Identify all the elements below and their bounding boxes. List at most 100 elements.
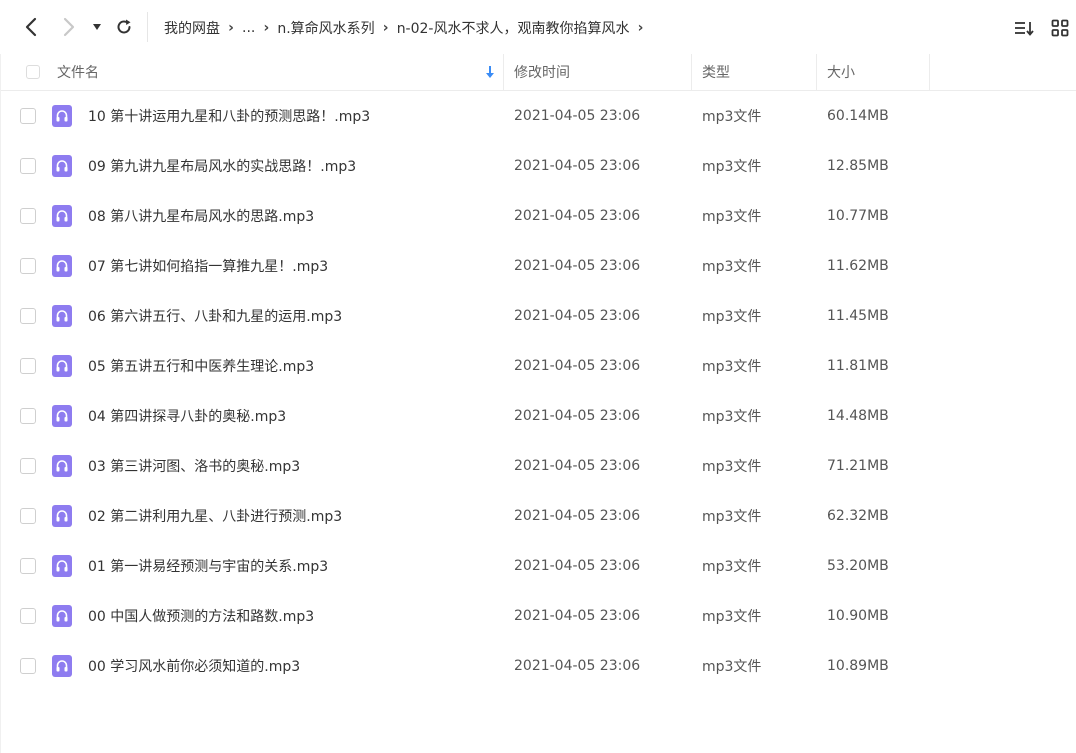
- row-checkbox[interactable]: [20, 558, 36, 574]
- file-type: mp3文件: [702, 109, 762, 125]
- column-header-modified[interactable]: 修改时间: [514, 54, 691, 90]
- file-name[interactable]: 00 学习风水前你必须知道的.mp3: [88, 641, 300, 691]
- audio-file-icon: [52, 105, 72, 127]
- file-size: 11.62MB: [827, 258, 889, 274]
- file-modified: 2021-04-05 23:06: [514, 508, 641, 524]
- file-type: mp3文件: [702, 509, 762, 525]
- file-name[interactable]: 00 中国人做预测的方法和路数.mp3: [88, 591, 314, 641]
- file-row[interactable]: 00 学习风水前你必须知道的.mp3 2021-04-05 23:06 mp3文…: [0, 641, 1076, 691]
- file-type: mp3文件: [702, 359, 762, 375]
- column-header-size[interactable]: 大小: [827, 54, 929, 90]
- file-name[interactable]: 01 第一讲易经预测与宇宙的关系.mp3: [88, 541, 328, 591]
- file-type: mp3文件: [702, 659, 762, 675]
- select-all-checkbox[interactable]: [26, 65, 40, 79]
- file-list-header: 文件名 修改时间 类型 大小: [0, 54, 1076, 91]
- file-row[interactable]: 09 第九讲九星布局风水的实战思路！.mp3 2021-04-05 23:06 …: [0, 141, 1076, 191]
- file-name[interactable]: 03 第三讲河图、洛书的奥秘.mp3: [88, 441, 300, 491]
- file-name[interactable]: 07 第七讲如何掐指一算推九星！.mp3: [88, 241, 328, 291]
- file-modified: 2021-04-05 23:06: [514, 458, 641, 474]
- file-modified: 2021-04-05 23:06: [514, 208, 641, 224]
- row-checkbox[interactable]: [20, 108, 36, 124]
- file-modified: 2021-04-05 23:06: [514, 258, 641, 274]
- file-name[interactable]: 08 第八讲九星布局风水的思路.mp3: [88, 191, 314, 241]
- column-divider[interactable]: [929, 54, 930, 90]
- file-name[interactable]: 04 第四讲探寻八卦的奥秘.mp3: [88, 391, 286, 441]
- row-checkbox[interactable]: [20, 508, 36, 524]
- sort-button[interactable]: [1013, 17, 1035, 39]
- file-size: 12.85MB: [827, 158, 889, 174]
- audio-file-icon: [52, 655, 72, 677]
- history-dropdown-button[interactable]: [86, 14, 108, 40]
- file-type: mp3文件: [702, 259, 762, 275]
- file-row[interactable]: 06 第六讲五行、八卦和九星的运用.mp3 2021-04-05 23:06 m…: [0, 291, 1076, 341]
- row-checkbox[interactable]: [20, 458, 36, 474]
- refresh-button[interactable]: [111, 14, 137, 40]
- file-size: 11.81MB: [827, 358, 889, 374]
- file-row[interactable]: 03 第三讲河图、洛书的奥秘.mp3 2021-04-05 23:06 mp3文…: [0, 441, 1076, 491]
- file-type: mp3文件: [702, 559, 762, 575]
- column-divider[interactable]: [503, 54, 504, 90]
- row-checkbox[interactable]: [20, 208, 36, 224]
- file-modified: 2021-04-05 23:06: [514, 158, 641, 174]
- audio-file-icon: [52, 205, 72, 227]
- audio-file-icon: [52, 505, 72, 527]
- file-modified: 2021-04-05 23:06: [514, 658, 641, 674]
- file-row[interactable]: 08 第八讲九星布局风水的思路.mp3 2021-04-05 23:06 mp3…: [0, 191, 1076, 241]
- audio-file-icon: [52, 155, 72, 177]
- column-divider[interactable]: [691, 54, 692, 90]
- back-button[interactable]: [18, 14, 44, 40]
- file-row[interactable]: 01 第一讲易经预测与宇宙的关系.mp3 2021-04-05 23:06 mp…: [0, 541, 1076, 591]
- row-checkbox[interactable]: [20, 408, 36, 424]
- audio-file-icon: [52, 405, 72, 427]
- file-name[interactable]: 10 第十讲运用九星和八卦的预测思路！.mp3: [88, 91, 370, 141]
- row-checkbox[interactable]: [20, 358, 36, 374]
- file-modified: 2021-04-05 23:06: [514, 608, 641, 624]
- file-name[interactable]: 09 第九讲九星布局风水的实战思路！.mp3: [88, 141, 356, 191]
- file-modified: 2021-04-05 23:06: [514, 558, 641, 574]
- column-header-name[interactable]: 文件名: [57, 54, 503, 90]
- file-row[interactable]: 00 中国人做预测的方法和路数.mp3 2021-04-05 23:06 mp3…: [0, 591, 1076, 641]
- file-size: 53.20MB: [827, 558, 889, 574]
- file-name[interactable]: 06 第六讲五行、八卦和九星的运用.mp3: [88, 291, 342, 341]
- file-list: 10 第十讲运用九星和八卦的预测思路！.mp3 2021-04-05 23:06…: [0, 91, 1076, 691]
- file-modified: 2021-04-05 23:06: [514, 108, 641, 124]
- row-checkbox[interactable]: [20, 158, 36, 174]
- file-size: 14.48MB: [827, 408, 889, 424]
- file-row[interactable]: 10 第十讲运用九星和八卦的预测思路！.mp3 2021-04-05 23:06…: [0, 91, 1076, 141]
- file-size: 60.14MB: [827, 108, 889, 124]
- breadcrumb-item-root[interactable]: 我的网盘: [164, 18, 220, 38]
- chevron-right-icon: [63, 17, 75, 37]
- breadcrumb-item-current[interactable]: n-02-风水不求人，观南教你掐算风水: [397, 18, 630, 38]
- breadcrumb-item-collapsed[interactable]: ...: [242, 20, 255, 36]
- breadcrumb: 我的网盘 › ... › n.算命风水系列 › n-02-风水不求人，观南教你掐…: [164, 16, 651, 40]
- file-size: 62.32MB: [827, 508, 889, 524]
- row-checkbox[interactable]: [20, 258, 36, 274]
- column-header-size-label: 大小: [827, 65, 855, 81]
- breadcrumb-separator-icon: ›: [228, 20, 234, 36]
- file-row[interactable]: 07 第七讲如何掐指一算推九星！.mp3 2021-04-05 23:06 mp…: [0, 241, 1076, 291]
- file-row[interactable]: 05 第五讲五行和中医养生理论.mp3 2021-04-05 23:06 mp3…: [0, 341, 1076, 391]
- file-type: mp3文件: [702, 159, 762, 175]
- column-header-type[interactable]: 类型: [702, 54, 816, 90]
- file-modified: 2021-04-05 23:06: [514, 308, 641, 324]
- toolbar-divider: [147, 12, 148, 42]
- audio-file-icon: [52, 305, 72, 327]
- row-checkbox[interactable]: [20, 608, 36, 624]
- file-name[interactable]: 02 第二讲利用九星、八卦进行预测.mp3: [88, 491, 342, 541]
- row-checkbox[interactable]: [20, 308, 36, 324]
- column-header-modified-label: 修改时间: [514, 65, 570, 81]
- breadcrumb-separator-icon: ›: [637, 20, 644, 36]
- row-checkbox[interactable]: [20, 658, 36, 674]
- file-size: 11.45MB: [827, 308, 889, 324]
- file-modified: 2021-04-05 23:06: [514, 358, 641, 374]
- column-header-type-label: 类型: [702, 65, 730, 81]
- column-header-name-label: 文件名: [57, 65, 99, 81]
- file-row[interactable]: 02 第二讲利用九星、八卦进行预测.mp3 2021-04-05 23:06 m…: [0, 491, 1076, 541]
- grid-view-button[interactable]: [1049, 17, 1071, 39]
- column-divider[interactable]: [816, 54, 817, 90]
- forward-button[interactable]: [56, 14, 82, 40]
- file-size: 71.21MB: [827, 458, 889, 474]
- file-name[interactable]: 05 第五讲五行和中医养生理论.mp3: [88, 341, 314, 391]
- file-row[interactable]: 04 第四讲探寻八卦的奥秘.mp3 2021-04-05 23:06 mp3文件…: [0, 391, 1076, 441]
- breadcrumb-item-series[interactable]: n.算命风水系列: [277, 18, 374, 38]
